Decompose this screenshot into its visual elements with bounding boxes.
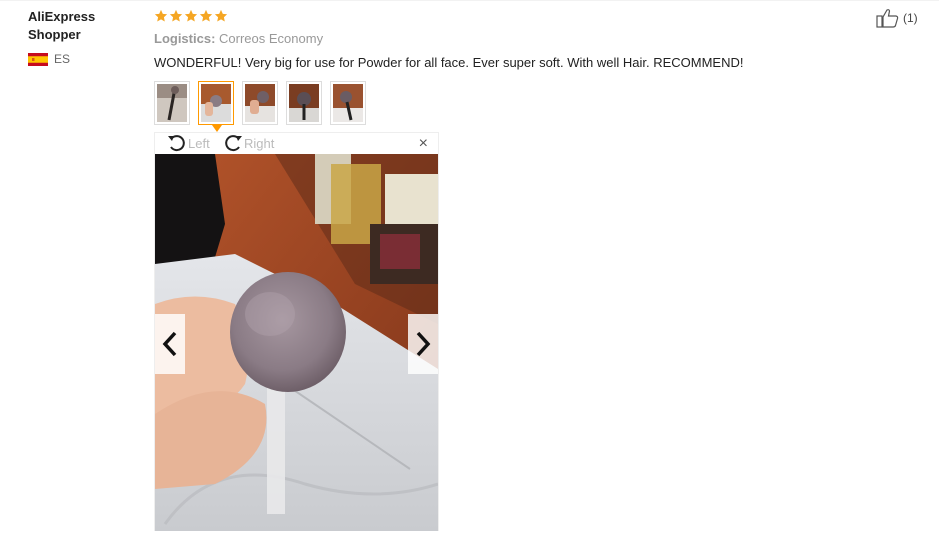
star-icon — [154, 9, 168, 22]
next-image-button[interactable] — [408, 314, 438, 374]
top-divider — [0, 0, 939, 1]
review-thumbnail[interactable] — [330, 81, 366, 125]
logistics-value: Correos Economy — [219, 31, 324, 46]
rotate-right-label: Right — [244, 135, 275, 151]
reviewer-info: AliExpress Shopper ES — [28, 8, 138, 66]
reviewer-name: AliExpress Shopper — [28, 9, 96, 42]
star-icon — [214, 9, 228, 22]
review-thumbnail[interactable] — [154, 81, 190, 125]
star-icon — [184, 9, 198, 22]
reviewer-country: ES — [28, 52, 138, 66]
close-icon[interactable]: × — [419, 136, 428, 152]
previous-image-button[interactable] — [155, 314, 185, 374]
helpful-count: (1) — [903, 11, 918, 25]
chevron-left-icon — [162, 331, 177, 357]
helpful-button[interactable]: (1) — [876, 8, 918, 28]
spain-flag-icon — [28, 52, 48, 66]
rotate-left-label: Left — [188, 135, 210, 151]
country-code: ES — [54, 52, 71, 66]
review-photo — [155, 154, 438, 531]
review-text: WONDERFUL! Very big for use for Powder f… — [154, 55, 744, 70]
image-viewer: Left Right × — [154, 132, 439, 531]
logistics-label: Logistics: — [154, 31, 216, 46]
review-thumbnail[interactable] — [286, 81, 322, 125]
rotate-left-icon — [168, 135, 185, 152]
thumbs-up-icon — [876, 9, 899, 28]
viewer-toolbar: Left Right × — [155, 133, 438, 154]
rotate-right-button[interactable]: Right — [222, 133, 274, 153]
chevron-right-icon — [416, 331, 431, 357]
logistics-info: Logistics: Correos Economy — [154, 31, 854, 46]
review-thumbnail[interactable] — [242, 81, 278, 125]
rotate-right-icon — [225, 135, 242, 152]
review-body: Logistics: Correos Economy WONDERFUL! Ve… — [154, 7, 854, 72]
review-thumbnail-active[interactable] — [198, 81, 234, 132]
star-rating — [154, 7, 854, 25]
review-thumbnails — [154, 81, 366, 132]
star-icon — [169, 9, 183, 22]
rotate-left-button[interactable]: Left — [166, 133, 210, 153]
star-icon — [199, 9, 213, 22]
